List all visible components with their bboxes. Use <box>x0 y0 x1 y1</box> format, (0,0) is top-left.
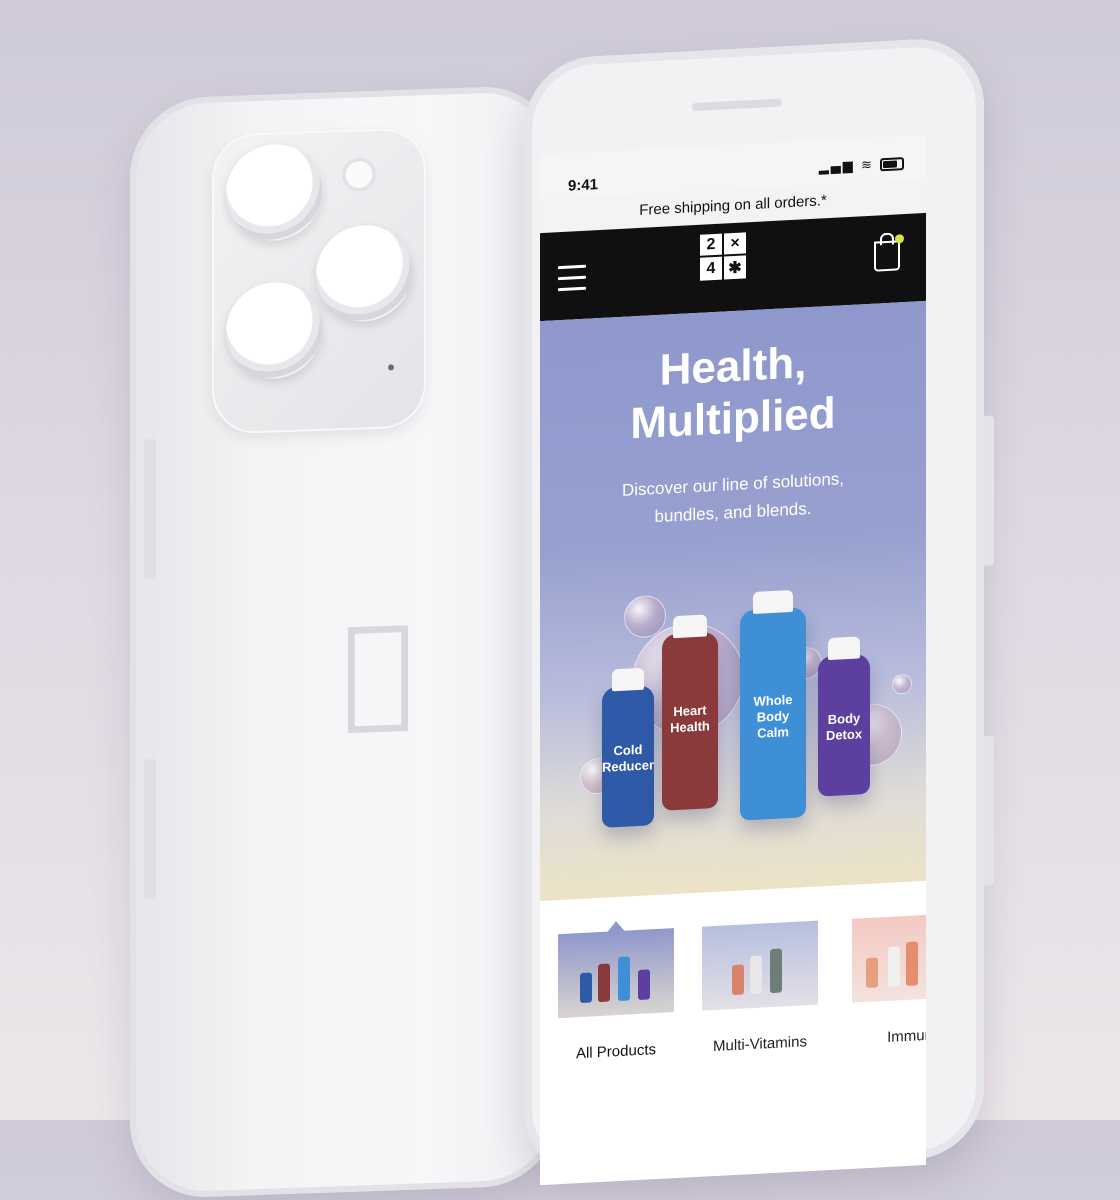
product-name: Reducer <box>602 757 655 775</box>
product-name: Health <box>670 718 710 736</box>
product-name: Detox <box>825 726 863 744</box>
status-time: 9:41 <box>568 176 599 195</box>
apple-logo-icon:  <box>338 599 418 742</box>
phone-back:  <box>130 84 560 1200</box>
brand-logo[interactable]: 2 × 4 ✱ <box>700 232 746 281</box>
product-bottle[interactable]: Heart Health <box>662 614 718 811</box>
side-button <box>144 438 156 580</box>
hero-banner[interactable]: Health, Multiplied Discover our line of … <box>540 300 926 902</box>
camera-lens-icon <box>226 280 322 381</box>
hero-title: Health, Multiplied <box>540 331 926 455</box>
app-screen: 9:41 ▂▄▆ ≋ Free shipping on all orders.*… <box>540 134 926 1186</box>
category-thumbnail <box>558 928 674 1019</box>
category-immunity[interactable]: Immun <box>852 912 926 1048</box>
shopping-bag-icon[interactable] <box>874 234 904 272</box>
microphone-icon <box>388 364 394 371</box>
category-all-products[interactable]: All Products <box>558 920 674 1063</box>
logo-cell: 2 <box>700 233 722 256</box>
category-thumbnail <box>852 912 926 1003</box>
product-bottle[interactable]: Body Detox <box>818 636 870 797</box>
product-bottle[interactable]: Whole Body Calm <box>740 589 806 821</box>
product-name: Calm <box>757 724 789 741</box>
battery-icon <box>880 157 904 172</box>
flash-icon <box>342 156 376 193</box>
product-bottle[interactable]: Cold Reducer <box>602 667 655 828</box>
wifi-icon: ≋ <box>860 157 874 174</box>
camera-lens-icon <box>226 142 322 243</box>
phone-front: 9:41 ▂▄▆ ≋ Free shipping on all orders.*… <box>524 35 994 1186</box>
earpiece-speaker <box>692 98 782 112</box>
category-label: Immun <box>887 1026 926 1046</box>
camera-module <box>212 127 426 435</box>
hamburger-menu-icon[interactable] <box>558 264 586 299</box>
logo-cell: ✱ <box>724 255 746 280</box>
side-button <box>144 758 156 900</box>
camera-lens-icon <box>316 223 412 324</box>
cart-notification-dot <box>895 234 904 244</box>
category-label: Multi-Vitamins <box>713 1033 807 1056</box>
power-button <box>982 415 994 566</box>
category-carousel[interactable]: All Products Multi-Vitamins Immun <box>540 880 926 1186</box>
category-thumbnail <box>702 920 818 1011</box>
logo-cell: × <box>724 232 746 255</box>
bubble-decoration <box>892 673 912 695</box>
category-label: All Products <box>575 1041 657 1063</box>
logo-cell: 4 <box>700 256 722 281</box>
signal-icon: ▂▄▆ <box>818 158 855 176</box>
product-name: Whole Body <box>753 691 793 725</box>
category-multi-vitamins[interactable]: Multi-Vitamins <box>702 920 818 1056</box>
side-button <box>982 735 994 886</box>
hero-subtitle: Discover our line of solutions, bundles,… <box>570 463 896 536</box>
status-icons: ▂▄▆ ≋ <box>818 156 904 176</box>
